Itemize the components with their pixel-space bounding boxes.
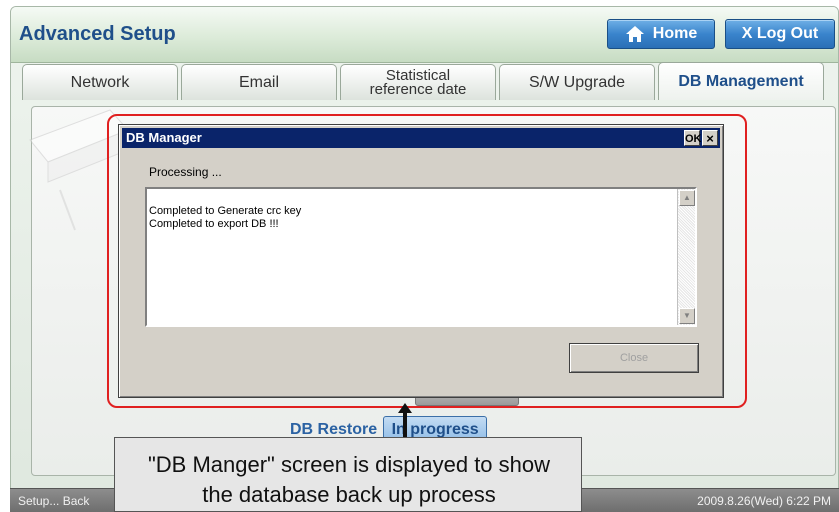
status-datetime: 2009.8.26(Wed) 6:22 PM [697,494,831,508]
callout-arrow-icon [398,403,412,439]
home-button-label: Home [652,25,698,42]
callout-line2: the database back up process [202,482,496,507]
status-left-text: Setup... Back [18,494,90,508]
logout-button[interactable]: X Log Out [725,19,835,49]
header-bar: Advanced Setup Home X Log Out [11,7,838,63]
log-line: Completed to export DB !!! [149,218,279,230]
annotation-callout: "DB Manger" screen is displayed to show … [114,437,582,512]
page-title: Advanced Setup [19,23,176,45]
house-icon [625,26,644,42]
dialog-ok-button[interactable]: OK [684,130,702,146]
dialog-title: DB Manager [126,130,202,145]
tab-db-management[interactable]: DB Management [658,62,824,100]
tab-email[interactable]: Email [181,64,337,100]
dialog-titlebar: DB Manager OK × [122,128,720,148]
callout-text: "DB Manger" screen is displayed to show … [115,450,583,510]
log-textarea[interactable]: Completed to Generate crc key Completed … [145,187,697,327]
log-line: Completed to Generate crc key [149,205,302,217]
scroll-down-icon[interactable]: ▼ [679,308,695,324]
scroll-up-icon[interactable]: ▲ [679,190,695,206]
tab-statistical-reference-date[interactable]: Statistical reference date [340,64,496,100]
dialog-close-button[interactable]: Close [569,343,699,373]
dialog-close-icon[interactable]: × [702,130,718,146]
callout-line1: "DB Manger" screen is displayed to show [147,452,551,477]
home-button[interactable]: Home [607,19,715,49]
tab-stat-line2: reference date [369,80,467,98]
tab-sw-upgrade[interactable]: S/W Upgrade [499,64,655,100]
tab-network[interactable]: Network [22,64,178,100]
db-manager-dialog: DB Manager OK × Processing ... Completed… [118,124,724,398]
processing-label: Processing ... [149,165,222,179]
log-scrollbar[interactable]: ▲ ▼ [677,189,695,325]
log-content: Completed to Generate crc key Completed … [149,205,301,231]
